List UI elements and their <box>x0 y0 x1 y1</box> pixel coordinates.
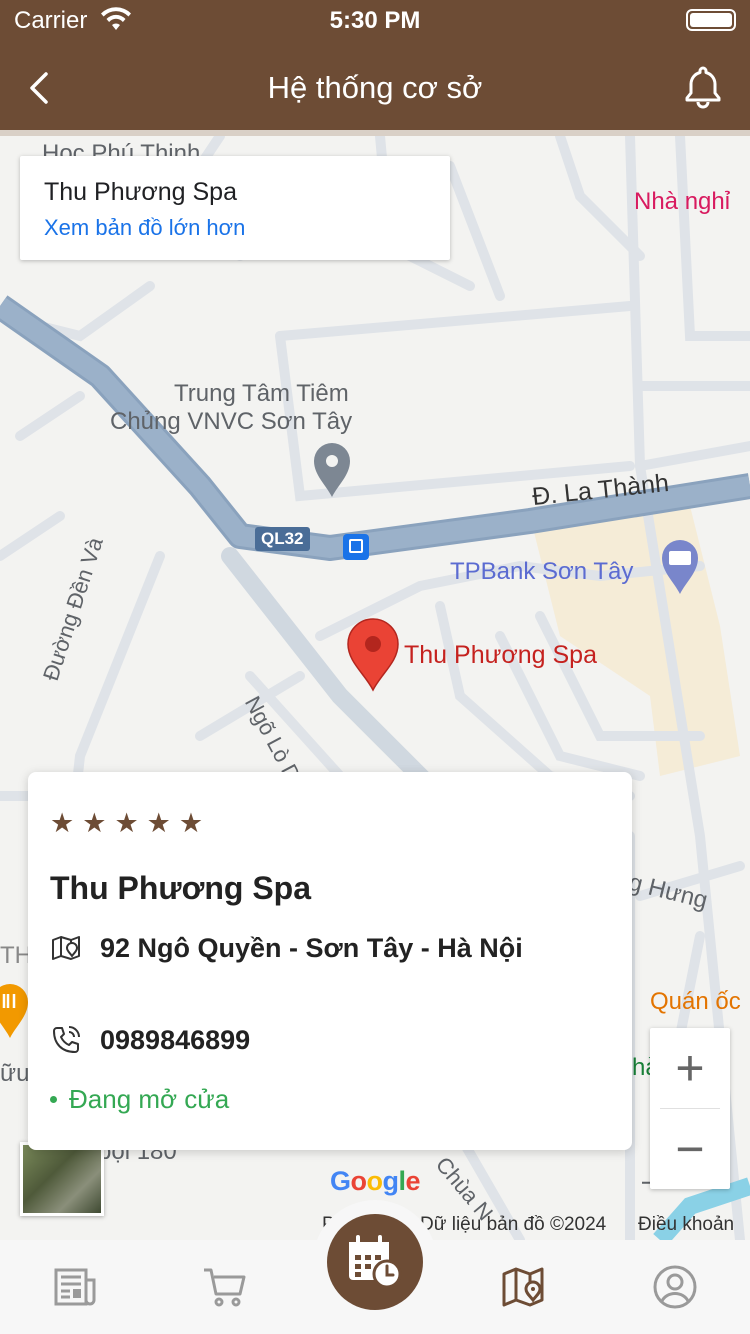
map-icon[interactable] <box>500 1262 550 1312</box>
map-label-tpbank: TPBank Sơn Tây <box>450 558 634 585</box>
bank-pin-icon <box>662 540 698 594</box>
nav-bar: Hệ thống cơ sở <box>0 44 750 132</box>
bus-stop-icon <box>343 534 369 560</box>
google-logo: Google <box>330 1166 421 1196</box>
top-bar: Carrier 5:30 PM Hệ thống cơ sở <box>0 0 750 132</box>
spa-address: 92 Ngô Quyền - Sơn Tây - Hà Nội <box>100 932 523 963</box>
status-dot <box>50 1096 57 1103</box>
status-bar: Carrier 5:30 PM <box>0 0 750 40</box>
map-label-ql32: QL32 <box>255 527 310 551</box>
zoom-in-button[interactable]: + <box>650 1028 730 1108</box>
bell-icon[interactable] <box>678 62 728 112</box>
attribution-map-data[interactable]: Dữ liệu bản đồ ©2024 <box>420 1214 606 1236</box>
map-place-card: Thu Phương Spa Xem bản đồ lớn hơn <box>20 156 450 260</box>
map-label-nha-nghi: Nhà nghỉ <box>634 188 731 215</box>
map-label-vnvc-2: Chủng VNVC Sơn Tây <box>110 408 353 435</box>
map-poi-pin-icon <box>314 443 350 497</box>
spa-info-card[interactable]: ★ ★ ★ ★ ★ Thu Phương Spa 92 Ngô Quyền - … <box>28 772 632 1150</box>
satellite-toggle-button[interactable] <box>20 1142 104 1216</box>
calendar-clock-icon <box>349 1235 402 1289</box>
map-label-quan-oc: Quán ốc <box>650 988 741 1015</box>
rating-stars: ★ ★ ★ ★ ★ <box>50 810 203 837</box>
profile-icon[interactable] <box>650 1262 700 1312</box>
map-label-pin: Thu Phương Spa <box>404 641 597 669</box>
star-icon: ★ <box>178 808 204 838</box>
star-icon: ★ <box>114 808 139 838</box>
map-place-name: Thu Phương Spa <box>44 178 237 206</box>
phone-icon <box>53 1026 80 1053</box>
booking-button[interactable] <box>327 1214 423 1310</box>
zoom-controls: + − <box>650 1028 730 1189</box>
cart-icon[interactable] <box>200 1262 250 1312</box>
view-larger-map-link[interactable]: Xem bản đồ lớn hơn <box>44 215 426 241</box>
attribution-terms-link[interactable]: Điều khoản <box>638 1214 734 1236</box>
star-icon: ★ <box>50 808 75 838</box>
restaurant-pin-icon <box>0 984 28 1038</box>
phone-row[interactable]: 0989846899 <box>50 1024 250 1056</box>
location-pin-icon[interactable] <box>346 618 400 692</box>
open-status-label: Đang mở cửa <box>69 1084 230 1114</box>
clock: 5:30 PM <box>329 7 421 34</box>
star-icon: ★ <box>82 808 107 838</box>
page-title: Hệ thống cơ sở <box>267 70 483 105</box>
star-icon: ★ <box>146 808 171 838</box>
battery-icon <box>686 9 736 31</box>
open-status: Đang mở cửa <box>50 1084 229 1115</box>
map-label-vnvc-1: Trung Tâm Tiêm <box>174 380 349 407</box>
map-label-vu: ữu <box>0 1060 30 1087</box>
address-row[interactable]: 92 Ngô Quyền - Sơn Tây - Hà Nội <box>50 932 523 964</box>
zoom-out-button[interactable]: − <box>650 1109 730 1189</box>
header-divider <box>0 130 750 136</box>
news-icon[interactable] <box>50 1262 100 1312</box>
spa-name: Thu Phương Spa <box>50 870 312 906</box>
spa-phone: 0989846899 <box>100 1024 251 1055</box>
map-marker-icon <box>52 936 80 960</box>
